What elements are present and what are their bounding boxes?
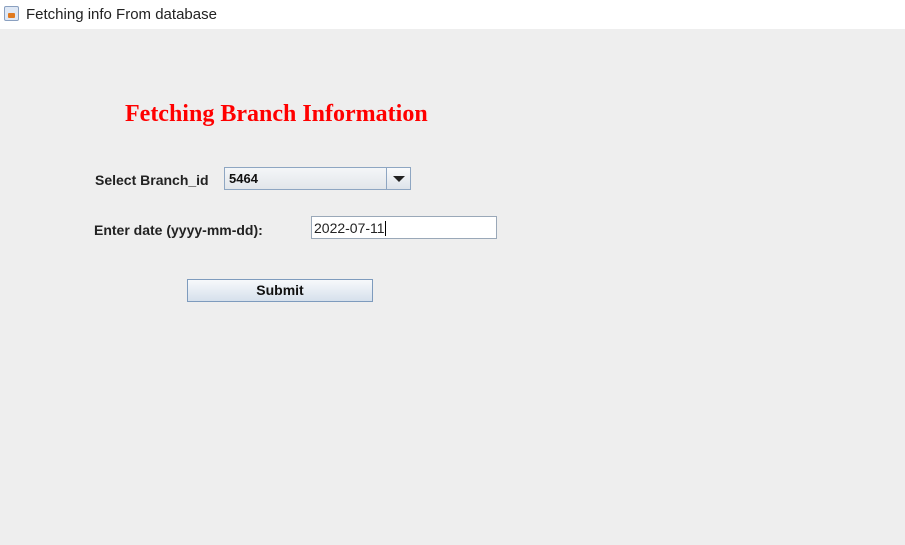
date-input[interactable]: 2022-07-11 [311,216,497,239]
window-title: Fetching info From database [26,6,217,23]
branch-id-dropdown[interactable]: 5464 [224,167,411,190]
page-title: Fetching Branch Information [125,101,428,127]
date-value: 2022-07-11 [314,220,385,236]
branch-id-value: 5464 [229,171,258,186]
chevron-down-icon[interactable] [386,168,410,189]
title-bar: Fetching info From database [0,0,905,29]
java-icon [4,6,19,21]
submit-button[interactable]: Submit [187,279,373,302]
text-caret [384,221,386,236]
branch-label: Select Branch_id [95,172,209,188]
date-label: Enter date (yyyy-mm-dd): [94,222,263,238]
